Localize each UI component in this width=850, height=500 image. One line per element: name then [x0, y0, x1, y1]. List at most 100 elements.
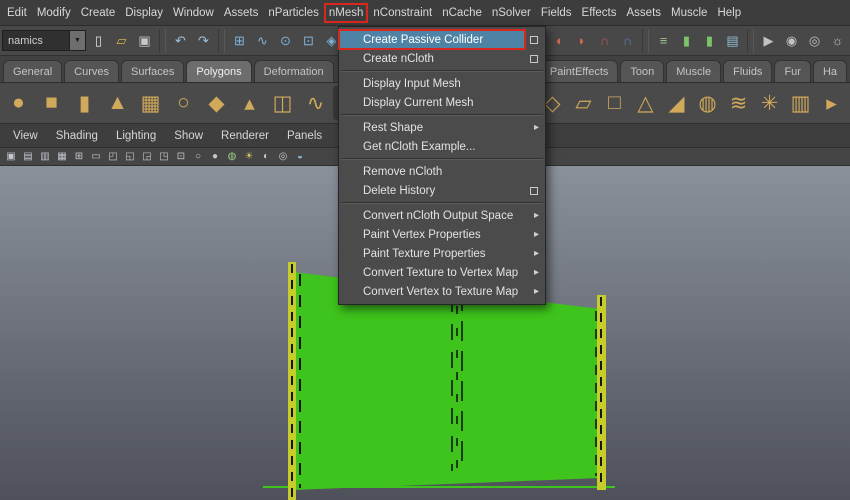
menu-nparticles[interactable]: nParticles: [263, 3, 324, 23]
input-connection-icon[interactable]: ◖: [548, 30, 569, 51]
menu-assets-2[interactable]: Assets: [622, 3, 667, 23]
film-gate-icon[interactable]: ▭: [88, 149, 104, 164]
menu-item-create-passive-collider[interactable]: Create Passive Collider: [338, 29, 545, 50]
option-box-icon[interactable]: [530, 35, 538, 44]
poly-arrow-icon[interactable]: ▸: [816, 86, 847, 120]
tab-painteffects[interactable]: PaintEffects: [539, 60, 619, 82]
snap-to-grid-icon[interactable]: ⊞: [229, 30, 250, 51]
render-current-frame-icon[interactable]: ◉: [781, 30, 802, 51]
output-connection-icon[interactable]: ◗: [571, 30, 592, 51]
tab-fur[interactable]: Fur: [774, 60, 811, 82]
menu-window[interactable]: Window: [168, 3, 219, 23]
menu-effects[interactable]: Effects: [577, 3, 622, 23]
panel-menu-shading[interactable]: Shading: [47, 127, 107, 145]
menu-item-rest-shape[interactable]: Rest Shape ▸: [339, 118, 545, 137]
resolution-gate-icon[interactable]: ◰: [105, 149, 121, 164]
poly-torus-icon[interactable]: ○: [168, 86, 199, 120]
snap-to-point-icon[interactable]: ⊙: [275, 30, 296, 51]
menu-create[interactable]: Create: [76, 3, 121, 23]
select-camera-icon[interactable]: ▣: [3, 149, 19, 164]
highlight-panel-icon[interactable]: ▤: [722, 30, 743, 51]
poly-pipe-2-icon[interactable]: ▥: [785, 86, 816, 120]
menu-fields[interactable]: Fields: [536, 3, 577, 23]
poly-plane-icon[interactable]: ▦: [135, 86, 166, 120]
chevron-down-icon[interactable]: ▼: [69, 31, 85, 50]
screen-ao-icon[interactable]: ◎: [275, 149, 291, 164]
camera-attributes-icon[interactable]: ▤: [20, 149, 36, 164]
menu-item-paint-vertex-properties[interactable]: Paint Vertex Properties ▸: [339, 225, 545, 244]
save-scene-icon[interactable]: ▣: [134, 30, 155, 51]
tab-general[interactable]: General: [3, 60, 63, 82]
grid-icon[interactable]: ⊞: [71, 149, 87, 164]
menu-item-get-ncloth-example[interactable]: Get nCloth Example...: [339, 137, 545, 156]
bookmarks-icon[interactable]: ▥: [37, 149, 53, 164]
shadows-icon[interactable]: ◐: [258, 149, 274, 164]
tab-curves[interactable]: Curves: [64, 60, 119, 82]
textured-icon[interactable]: ◍: [224, 149, 240, 164]
snap-to-curve-icon[interactable]: ∿: [252, 30, 273, 51]
panel-menu-view[interactable]: View: [4, 127, 47, 145]
menu-item-remove-ncloth[interactable]: Remove nCloth: [339, 162, 545, 181]
menu-help[interactable]: Help: [712, 3, 746, 23]
image-plane-icon[interactable]: ▦: [54, 149, 70, 164]
poly-spring-icon[interactable]: ≋: [723, 86, 754, 120]
xray-icon[interactable]: ◒: [292, 149, 308, 164]
tab-surfaces[interactable]: Surfaces: [120, 60, 185, 82]
green-toggle-1-icon[interactable]: ▮: [676, 30, 697, 51]
menu-nmesh[interactable]: nMesh: [323, 2, 369, 23]
tab-toon[interactable]: Toon: [620, 60, 665, 82]
poly-pipe-icon[interactable]: ◫: [267, 86, 298, 120]
redo-icon[interactable]: ↷: [193, 30, 214, 51]
snap-to-view-plane-icon[interactable]: ⊡: [298, 30, 319, 51]
poly-helix-icon[interactable]: ∿: [300, 86, 331, 120]
option-box-icon[interactable]: [530, 54, 538, 63]
menu-item-display-input-mesh[interactable]: Display Input Mesh: [339, 74, 545, 93]
poly-cone-2-icon[interactable]: △: [630, 86, 661, 120]
magnet-snap-a-icon[interactable]: ∩: [594, 30, 615, 51]
option-box-icon[interactable]: [530, 186, 538, 195]
green-toggle-2-icon[interactable]: ▮: [699, 30, 720, 51]
tab-ha[interactable]: Ha: [812, 60, 847, 82]
menu-edit[interactable]: Edit: [2, 3, 32, 23]
poly-cone-icon[interactable]: ▲: [102, 86, 133, 120]
tab-polygons[interactable]: Polygons: [186, 60, 252, 82]
panel-menu-lighting[interactable]: Lighting: [107, 127, 165, 145]
menu-muscle[interactable]: Muscle: [666, 3, 712, 23]
panel-menu-renderer[interactable]: Renderer: [212, 127, 278, 145]
magnet-snap-b-icon[interactable]: ∩: [617, 30, 638, 51]
menu-ncache[interactable]: nCache: [437, 3, 487, 23]
poly-sphere-2-icon[interactable]: ◍: [692, 86, 723, 120]
menu-item-convert-texture-to-vertex-map[interactable]: Convert Texture to Vertex Map ▸: [339, 263, 545, 282]
construction-history-icon[interactable]: ≡: [653, 30, 674, 51]
tab-fluids[interactable]: Fluids: [723, 60, 773, 82]
safe-title-icon[interactable]: ⊡: [173, 149, 189, 164]
lights-icon[interactable]: ☀: [241, 149, 257, 164]
poly-plane-2-icon[interactable]: ▱: [568, 86, 599, 120]
wireframe-icon[interactable]: ○: [190, 149, 206, 164]
poly-gear-icon[interactable]: ✳: [754, 86, 785, 120]
menu-item-convert-vertex-to-texture-map[interactable]: Convert Vertex to Texture Map ▸: [339, 282, 545, 301]
menu-display[interactable]: Display: [120, 3, 168, 23]
tab-deformation[interactable]: Deformation: [253, 60, 334, 82]
panel-menu-panels[interactable]: Panels: [278, 127, 331, 145]
menu-nconstraint[interactable]: nConstraint: [368, 3, 437, 23]
poly-prism-icon[interactable]: ◆: [201, 86, 232, 120]
poly-cube-2-icon[interactable]: □: [599, 86, 630, 120]
menu-assets[interactable]: Assets: [219, 3, 264, 23]
gate-mask-icon[interactable]: ◱: [122, 149, 138, 164]
poly-pyramid-icon[interactable]: ▴: [234, 86, 265, 120]
poly-cube-icon[interactable]: ■: [36, 86, 67, 120]
menu-item-paint-texture-properties[interactable]: Paint Texture Properties ▸: [339, 244, 545, 263]
menu-modify[interactable]: Modify: [32, 3, 76, 23]
panel-menu-show[interactable]: Show: [165, 127, 212, 145]
ipr-render-icon[interactable]: ◎: [804, 30, 825, 51]
menu-item-delete-history[interactable]: Delete History: [339, 181, 545, 200]
render-settings-icon[interactable]: ☼: [827, 30, 848, 51]
menu-nsolver[interactable]: nSolver: [487, 3, 536, 23]
menu-item-display-current-mesh[interactable]: Display Current Mesh: [339, 93, 545, 112]
poly-ramp-icon[interactable]: ◢: [661, 86, 692, 120]
field-chart-icon[interactable]: ◲: [139, 149, 155, 164]
poly-sphere-icon[interactable]: ●: [3, 86, 34, 120]
open-scene-icon[interactable]: ▱: [111, 30, 132, 51]
new-scene-icon[interactable]: ▯: [88, 30, 109, 51]
